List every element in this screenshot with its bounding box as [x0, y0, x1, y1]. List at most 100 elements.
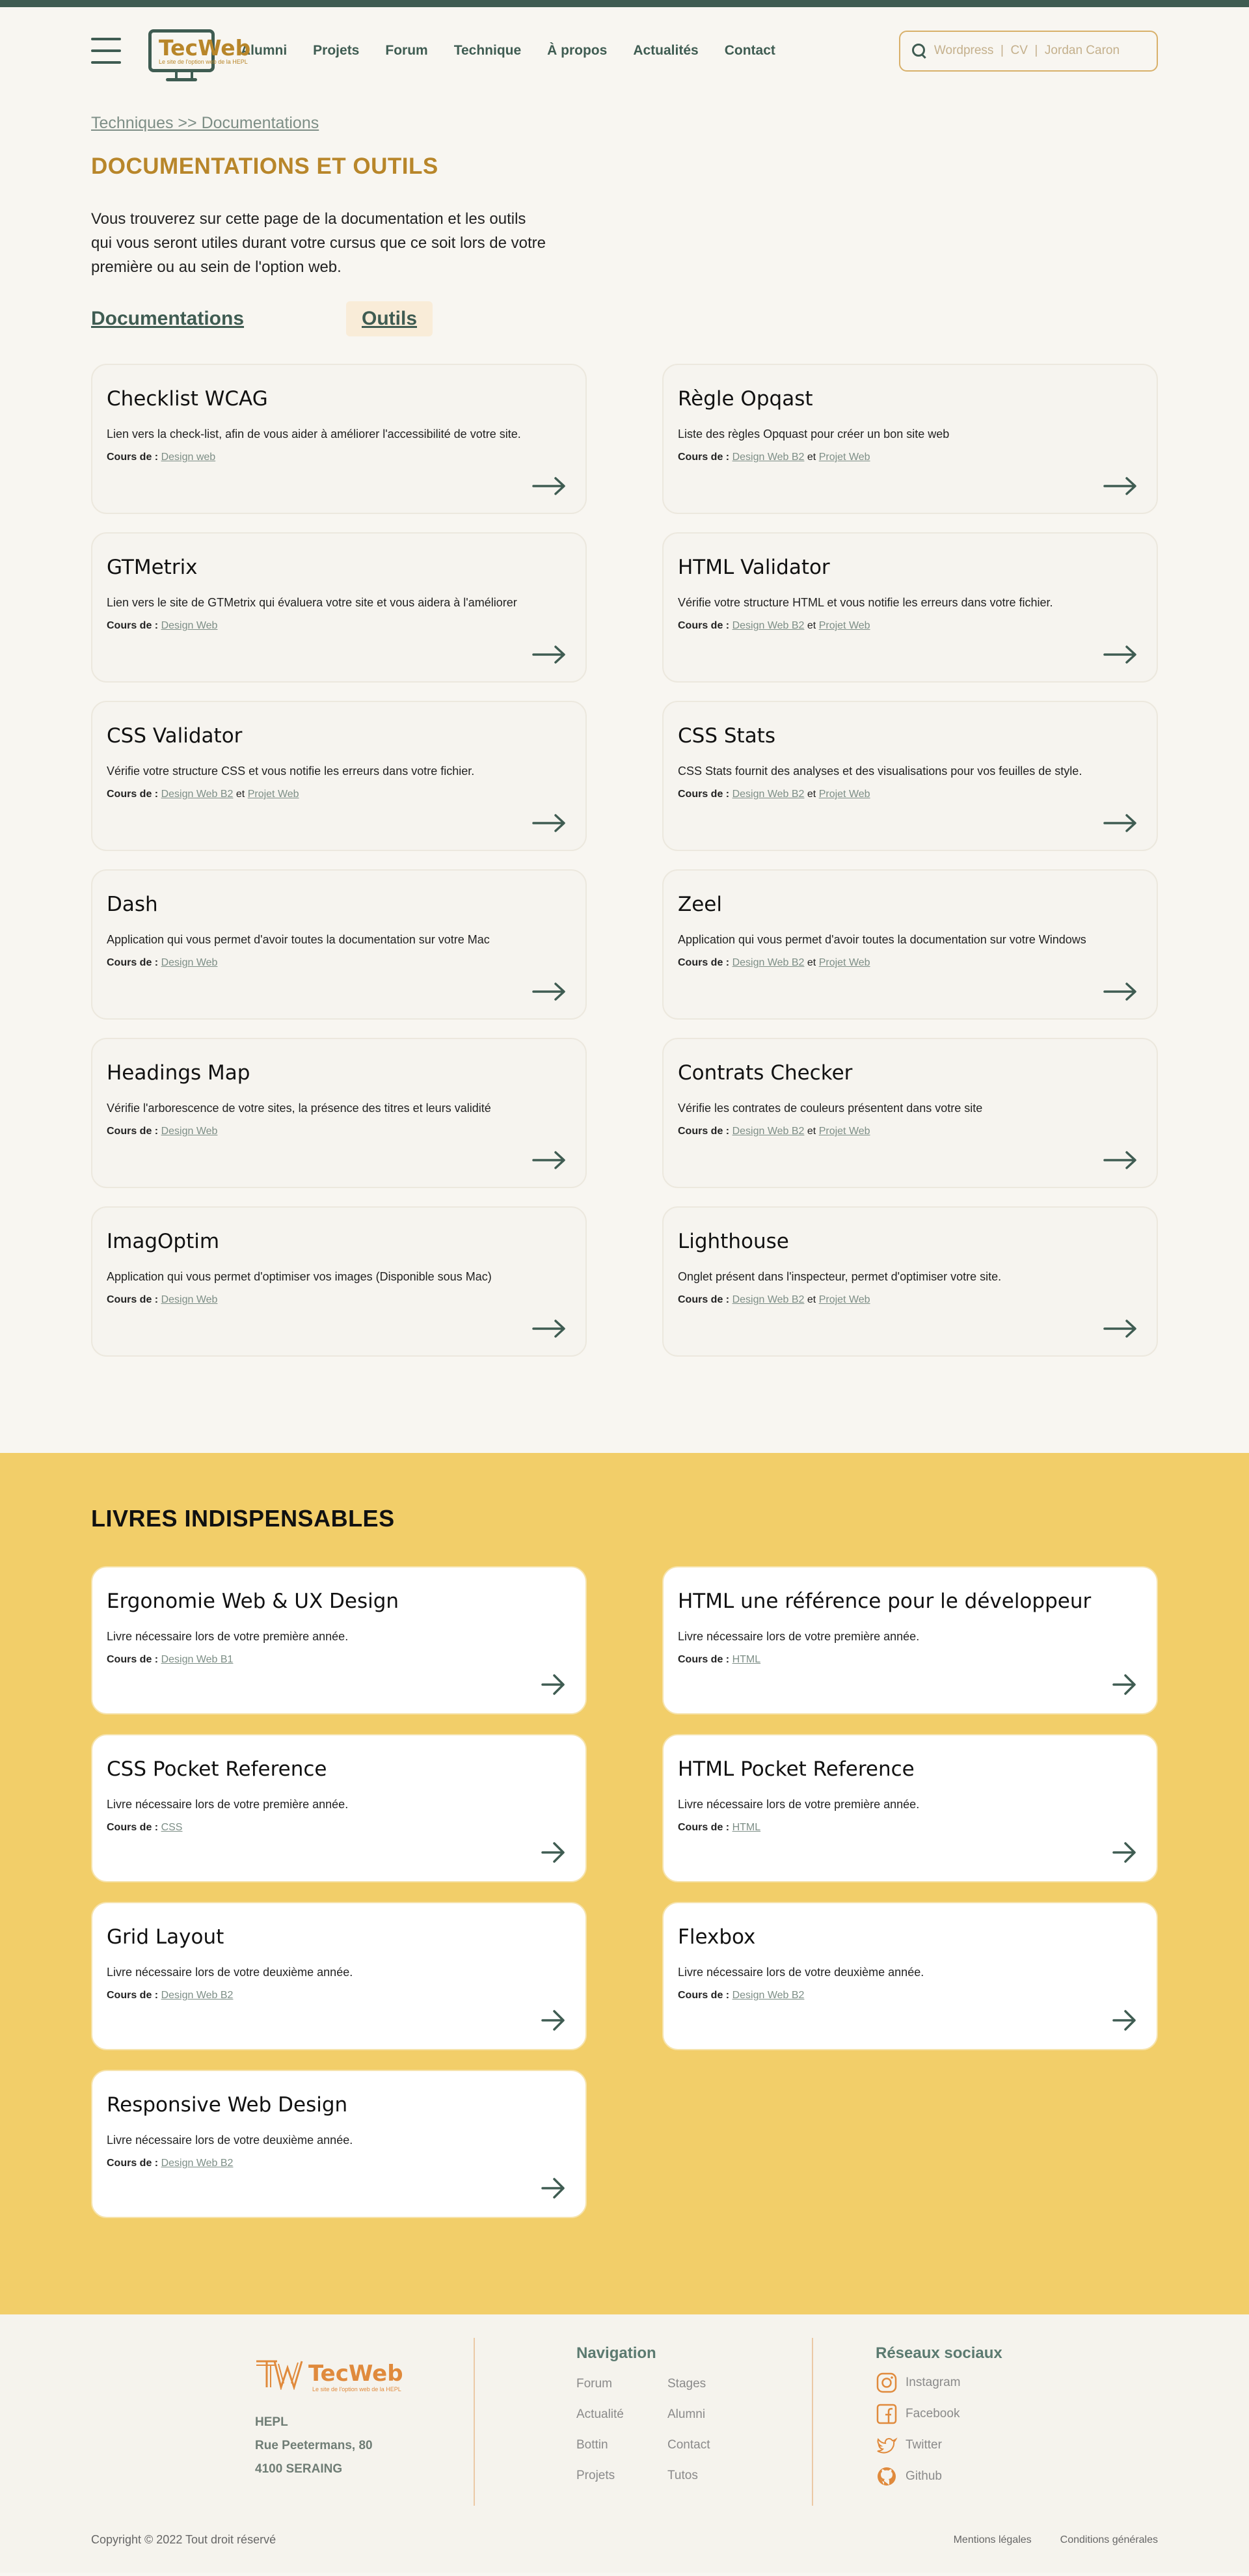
- course-link[interactable]: Design Web B2: [732, 1294, 805, 1305]
- course-link[interactable]: Projet Web: [248, 789, 299, 800]
- social-facebook[interactable]: Facebook: [876, 2403, 1002, 2425]
- course-link[interactable]: Design Web B2: [732, 1126, 805, 1137]
- course-link[interactable]: Projet Web: [819, 1126, 870, 1137]
- tool-card[interactable]: Dash Application qui vous permet d'avoir …: [91, 869, 587, 1020]
- nav-projets[interactable]: Projets: [313, 43, 359, 59]
- course-link[interactable]: Design Web: [161, 957, 218, 968]
- arrow-right-icon[interactable]: [532, 645, 566, 664]
- nav-contact[interactable]: Contact: [725, 43, 775, 59]
- menu-hamburger-icon[interactable]: [91, 38, 121, 64]
- tool-card[interactable]: HTML Validator Vérifie votre structure HT…: [662, 532, 1158, 683]
- course-link[interactable]: Projet Web: [819, 1294, 870, 1305]
- course-link[interactable]: Design Web B2: [732, 789, 805, 800]
- nav-technique[interactable]: Technique: [454, 43, 521, 59]
- book-card[interactable]: HTML une référence pour le développeur Li…: [662, 1566, 1158, 1715]
- card-title: Lighthouse: [678, 1230, 789, 1253]
- search-input[interactable]: [933, 44, 1145, 58]
- arrow-right-icon[interactable]: [1103, 1150, 1137, 1170]
- footer-logo[interactable]: TecWeb: [255, 2357, 475, 2390]
- footer-link-bottin[interactable]: Bottin: [576, 2438, 667, 2452]
- footer-link-tutos[interactable]: Tutos: [667, 2469, 759, 2483]
- tool-card[interactable]: CSS Stats CSS Stats fournit des analyses …: [662, 701, 1158, 851]
- course-link[interactable]: Design Web: [161, 620, 218, 631]
- footer-link-forum[interactable]: Forum: [576, 2377, 667, 2391]
- course-link[interactable]: Design Web: [161, 1294, 218, 1305]
- footer-link-alumni[interactable]: Alumni: [667, 2407, 759, 2422]
- facebook-icon: [876, 2404, 897, 2424]
- arrow-right-icon[interactable]: [532, 1319, 566, 1338]
- arrow-right-icon[interactable]: [532, 982, 566, 1001]
- tool-card[interactable]: GTMetrix Lien vers le site de GTMetrix qu…: [91, 532, 587, 683]
- course-link[interactable]: Design Web B2: [732, 957, 805, 968]
- course-link[interactable]: Projet Web: [819, 789, 870, 800]
- course-link[interactable]: Design Web B2: [161, 789, 234, 800]
- tool-card[interactable]: Headings Map Vérifie l'arborescence de vo…: [91, 1038, 587, 1188]
- tool-card[interactable]: ImagOptim Application qui vous permet d'o…: [91, 1206, 587, 1357]
- course-link[interactable]: Projet Web: [819, 620, 870, 631]
- arrow-right-icon[interactable]: [541, 1673, 566, 1696]
- social-github[interactable]: Github: [876, 2465, 1002, 2488]
- course-link[interactable]: CSS: [161, 1822, 183, 1833]
- book-card[interactable]: Ergonomie Web & UX Design Livre nécessair…: [91, 1566, 587, 1715]
- course-link[interactable]: HTML: [732, 1654, 761, 1665]
- legal-mentions-link[interactable]: Mentions légales: [954, 2534, 1032, 2546]
- arrow-right-icon[interactable]: [541, 2176, 566, 2200]
- arrow-right-icon[interactable]: [532, 1150, 566, 1170]
- tool-card[interactable]: CSS Validator Vérifie votre structure CSS…: [91, 701, 587, 851]
- arrow-right-icon[interactable]: [1103, 645, 1137, 664]
- search-icon[interactable]: [912, 44, 925, 58]
- tool-card[interactable]: Checklist WCAG Lien vers la check-list, a…: [91, 364, 587, 514]
- arrow-right-icon[interactable]: [541, 2009, 566, 2032]
- tool-card[interactable]: Zeel Application qui vous permet d'avoir …: [662, 869, 1158, 1020]
- course-link[interactable]: HTML: [732, 1822, 761, 1833]
- nav-actualites[interactable]: Actualités: [633, 43, 698, 59]
- course-link[interactable]: Design Web B1: [161, 1654, 234, 1665]
- tab-documentations[interactable]: Documentations: [91, 301, 346, 336]
- nav-forum[interactable]: Forum: [385, 43, 427, 59]
- arrow-right-icon[interactable]: [1112, 2009, 1137, 2032]
- arrow-right-icon[interactable]: [541, 1841, 566, 1864]
- breadcrumb[interactable]: Techniques >> Documentations: [91, 114, 1158, 133]
- course-link[interactable]: Design Web B2: [732, 1990, 805, 2001]
- book-card[interactable]: Flexbox Livre nécessaire lors de votre de…: [662, 1902, 1158, 2050]
- social-instagram[interactable]: Instagram: [876, 2372, 1002, 2394]
- social-twitter[interactable]: Twitter: [876, 2434, 1002, 2456]
- arrow-right-icon[interactable]: [1103, 982, 1137, 1001]
- arrow-right-icon[interactable]: [1103, 813, 1137, 833]
- site-header: TecWeb Le site de l'option web de la HEP…: [0, 7, 1249, 94]
- footer-link-contact[interactable]: Contact: [667, 2438, 759, 2452]
- footer-link-stages[interactable]: Stages: [667, 2377, 759, 2391]
- course-label: Cours de :: [107, 620, 159, 631]
- tool-card[interactable]: Lighthouse Onglet présent dans l'inspecte…: [662, 1206, 1158, 1357]
- course-label: Cours de :: [107, 1990, 159, 2001]
- course-link[interactable]: Projet Web: [819, 957, 870, 968]
- course-link[interactable]: Projet Web: [819, 452, 870, 463]
- tab-outils[interactable]: Outils: [346, 301, 433, 336]
- arrow-right-icon[interactable]: [532, 476, 566, 496]
- course-link[interactable]: Design Web B2: [732, 452, 805, 463]
- book-card[interactable]: Grid Layout Livre nécessaire lors de votr…: [91, 1902, 587, 2050]
- footer-link-actualite[interactable]: Actualité: [576, 2407, 667, 2422]
- arrow-right-icon[interactable]: [1112, 1673, 1137, 1696]
- book-card[interactable]: Responsive Web Design Livre nécessaire lo…: [91, 2070, 587, 2218]
- footer-link-projets[interactable]: Projets: [576, 2469, 667, 2483]
- course-link[interactable]: Design Web: [161, 1126, 218, 1137]
- course-label: Cours de :: [107, 1294, 159, 1305]
- course-link[interactable]: Design Web B2: [161, 2158, 234, 2169]
- course-link[interactable]: Design Web B2: [732, 620, 805, 631]
- arrow-right-icon[interactable]: [1103, 1319, 1137, 1338]
- tool-card[interactable]: Règle Opqast Liste des règles Opquast pou…: [662, 364, 1158, 514]
- nav-a-propos[interactable]: À propos: [547, 43, 607, 59]
- card-description: Lien vers le site de GTMetrix qui évalue…: [107, 596, 517, 609]
- course-label: Cours de :: [678, 620, 730, 631]
- book-card[interactable]: HTML Pocket Reference Livre nécessaire lo…: [662, 1734, 1158, 1882]
- course-link[interactable]: Design Web B2: [161, 1990, 234, 2001]
- arrow-right-icon[interactable]: [1112, 1841, 1137, 1864]
- arrow-right-icon[interactable]: [1103, 476, 1137, 496]
- legal-conditions-link[interactable]: Conditions générales: [1060, 2534, 1158, 2546]
- site-logo[interactable]: TecWeb Le site de l'option web de la HEP…: [148, 29, 250, 81]
- book-card[interactable]: CSS Pocket Reference Livre nécessaire lor…: [91, 1734, 587, 1882]
- course-link[interactable]: Design web: [161, 452, 216, 463]
- tool-card[interactable]: Contrats Checker Vérifie les contrates de…: [662, 1038, 1158, 1188]
- arrow-right-icon[interactable]: [532, 813, 566, 833]
